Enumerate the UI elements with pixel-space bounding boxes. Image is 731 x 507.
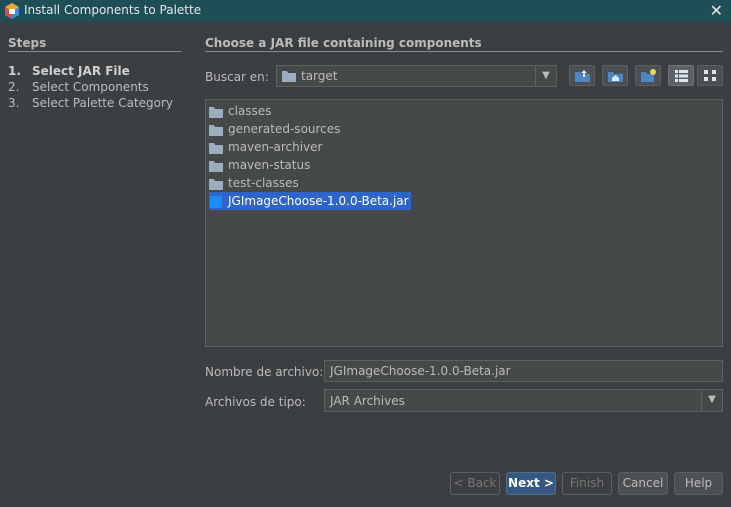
list-view-button[interactable] [668, 65, 694, 86]
folder-icon [209, 124, 223, 136]
up-folder-button[interactable] [569, 65, 595, 86]
steps-divider [8, 51, 182, 52]
filetype-combo[interactable]: JAR Archives ▼ [324, 389, 723, 412]
details-view-button[interactable] [697, 65, 723, 86]
main-divider [205, 51, 723, 52]
filetype-value: JAR Archives [330, 394, 405, 408]
close-icon[interactable]: ✕ [710, 1, 723, 20]
folder-icon [209, 106, 223, 118]
jar-file-icon [210, 195, 222, 208]
file-list[interactable]: classes generated-sources maven-archiver… [205, 99, 723, 347]
list-item[interactable]: maven-archiver [209, 138, 322, 156]
new-folder-button[interactable] [635, 65, 661, 86]
step-select-category: 3. Select Palette Category [8, 96, 174, 110]
title-bar: Install Components to Palette ✕ [0, 0, 731, 22]
step-select-components: 2. Select Components [8, 80, 149, 94]
lookin-combo[interactable]: target ▼ [276, 65, 557, 87]
filetype-label: Archivos de tipo: [205, 395, 306, 409]
chevron-down-icon[interactable]: ▼ [701, 390, 722, 411]
step-select-jar: 1. Select JAR File [8, 64, 130, 78]
cancel-button[interactable]: Cancel [618, 472, 668, 495]
list-item[interactable]: generated-sources [209, 120, 340, 138]
folder-icon [209, 142, 223, 154]
finish-button[interactable]: Finish [562, 472, 612, 495]
list-view-icon [675, 70, 688, 82]
list-item[interactable]: maven-status [209, 156, 310, 174]
filename-label: Nombre de archivo: [205, 365, 324, 379]
home-icon [608, 72, 623, 82]
page-title: Choose a JAR file containing components [205, 36, 482, 50]
chevron-down-icon[interactable]: ▼ [535, 66, 556, 86]
lookin-value: target [301, 69, 338, 83]
folder-icon [209, 160, 223, 172]
list-item-selected[interactable]: JGImageChoose-1.0.0-Beta.jar [209, 192, 411, 210]
folder-icon [209, 178, 223, 190]
help-button[interactable]: Help [674, 472, 723, 495]
list-item[interactable]: classes [209, 102, 271, 120]
new-folder-icon [641, 69, 656, 82]
up-folder-icon [575, 70, 590, 82]
next-button[interactable]: Next > [506, 472, 556, 495]
filename-field[interactable]: JGImageChoose-1.0.0-Beta.jar [324, 360, 723, 382]
details-view-icon [704, 70, 716, 81]
lookin-label: Buscar en: [205, 70, 269, 84]
back-button[interactable]: < Back [450, 472, 500, 495]
list-item[interactable]: test-classes [209, 174, 299, 192]
window-title: Install Components to Palette [24, 3, 202, 17]
steps-heading: Steps [8, 36, 47, 50]
app-icon [5, 3, 19, 19]
home-button[interactable] [602, 65, 628, 86]
folder-icon [282, 71, 296, 82]
